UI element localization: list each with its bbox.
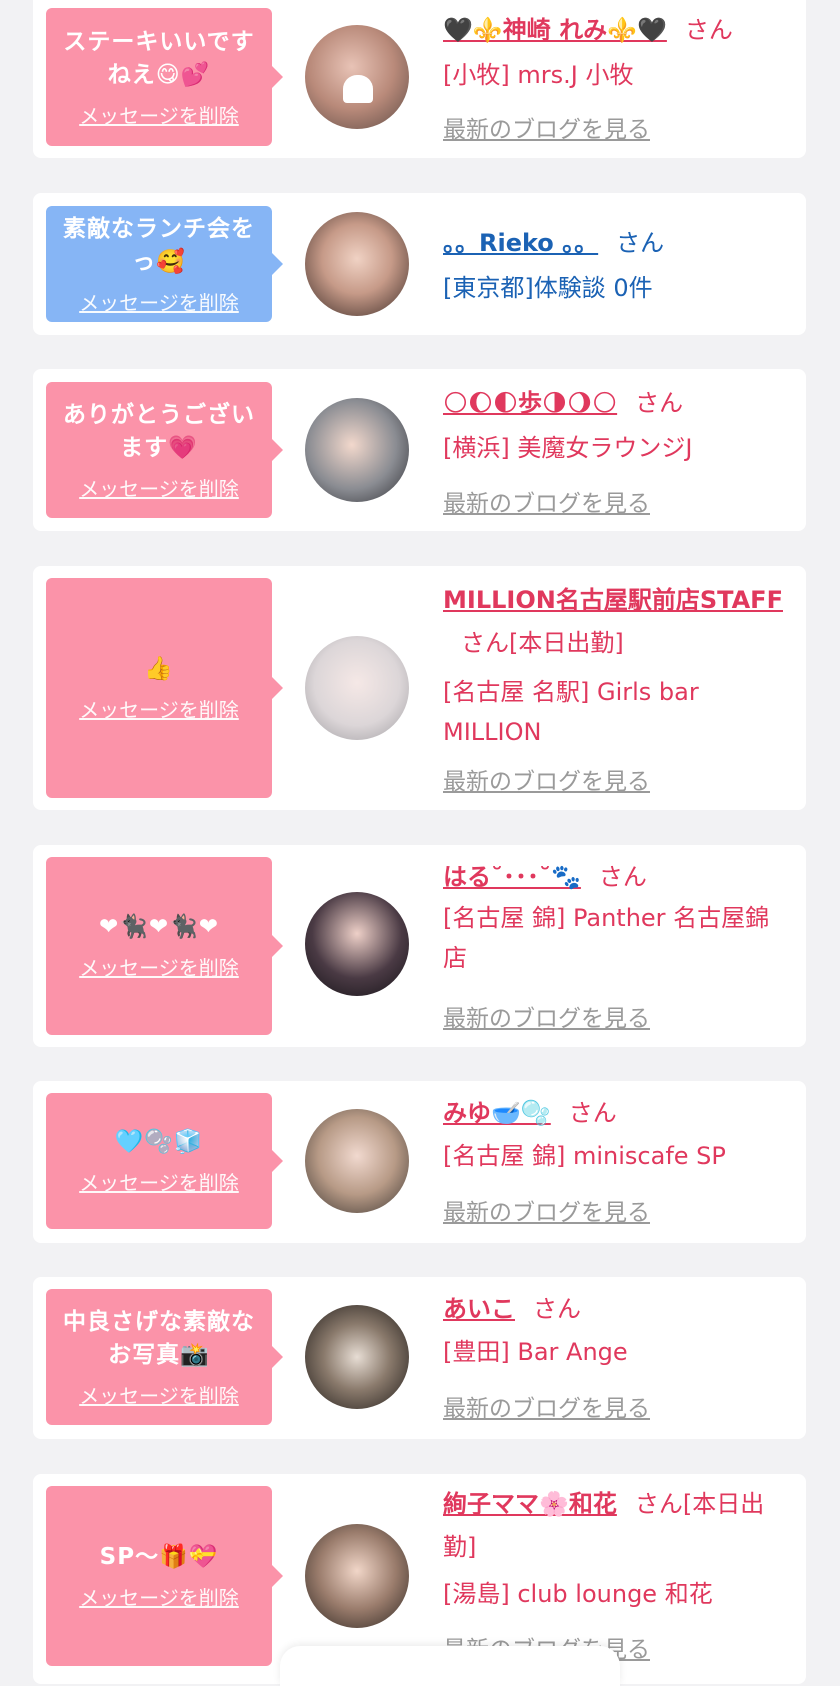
avatar[interactable] bbox=[305, 1109, 409, 1213]
latest-blog-link[interactable]: 最新のブログを見る bbox=[443, 110, 650, 144]
profile-info: 🌕🌔🌓歩🌗🌖🌕 さん [横浜] 美魔女ラウンジJ bbox=[443, 383, 793, 468]
message-bubble: ステーキいいですねえ😋💕 メッセージを削除 bbox=[46, 8, 283, 146]
profile-info: はる˘･･･˘🐾 さん [名古屋 錦] Panther 名古屋錦店 bbox=[443, 857, 793, 978]
honorific: さん bbox=[634, 1490, 683, 1518]
avatar[interactable] bbox=[305, 892, 409, 996]
profile-info: あいこ さん [豊田] Bar Ange bbox=[443, 1289, 793, 1372]
message-card: ❤🐈‍⬛❤🐈‍⬛❤ メッセージを削除 はる˘･･･˘🐾 さん [名古屋 錦] Pa… bbox=[33, 845, 806, 1047]
profile-info: 絢子ママ🌸和花 さん[本日出勤] [湯島] club lounge 和花 bbox=[443, 1484, 793, 1614]
profile-info: MILLION名古屋駅前店STAFF さん[本日出勤] [名古屋 名駅] Girl… bbox=[443, 580, 793, 752]
profile-name-link[interactable]: 絢子ママ🌸和花 bbox=[443, 1490, 617, 1518]
message-text: ステーキいいですねえ😋💕 bbox=[63, 28, 255, 88]
latest-blog-link[interactable]: 最新のブログを見る bbox=[443, 1193, 650, 1227]
profile-name-link[interactable]: はる˘･･･˘🐾 bbox=[443, 863, 581, 891]
message-text: ありがとうございます💗 bbox=[63, 401, 255, 461]
message-card: ありがとうございます💗 メッセージを削除 🌕🌔🌓歩🌗🌖🌕 さん [横浜] 美魔女ラ… bbox=[33, 369, 806, 531]
profile-name-link[interactable]: 。。Rieko 。。 bbox=[443, 229, 598, 257]
latest-blog-link[interactable]: 最新のブログを見る bbox=[443, 999, 650, 1033]
latest-blog-link[interactable]: 最新のブログを見る bbox=[443, 1389, 650, 1423]
avatar[interactable] bbox=[305, 636, 409, 740]
message-bubble: 素敵なランチ会をっ🥰 メッセージを削除 bbox=[46, 206, 283, 322]
honorific: さん bbox=[616, 229, 665, 257]
shop-label: [名古屋 名駅] Girls bar MILLION bbox=[443, 678, 699, 746]
message-text: 👍 bbox=[144, 656, 174, 682]
message-bubble: 👍 メッセージを削除 bbox=[46, 578, 283, 798]
latest-blog-link[interactable]: 最新のブログを見る bbox=[443, 762, 650, 796]
delete-message-link[interactable]: メッセージを削除 bbox=[79, 1380, 239, 1409]
shop-label: [名古屋 錦] Panther 名古屋錦店 bbox=[443, 904, 770, 972]
avatar[interactable] bbox=[305, 1524, 409, 1628]
delete-message-link[interactable]: メッセージを削除 bbox=[79, 1167, 239, 1196]
message-card: ステーキいいですねえ😋💕 メッセージを削除 🖤⚜️神崎 れみ⚜️🖤 さん [小牧]… bbox=[33, 0, 806, 158]
profile-name-link[interactable]: MILLION名古屋駅前店STAFF bbox=[443, 586, 783, 614]
message-text: 🩵🫧🧊 bbox=[114, 1129, 204, 1155]
delete-message-link[interactable]: メッセージを削除 bbox=[79, 1582, 239, 1611]
profile-info: 。。Rieko 。。 さん [東京都]体験談 0件 bbox=[443, 223, 793, 308]
honorific: さん bbox=[598, 863, 647, 891]
latest-blog-link[interactable]: 最新のブログを見る bbox=[443, 484, 650, 518]
delete-message-link[interactable]: メッセージを削除 bbox=[79, 100, 239, 129]
message-text: 中良さげな素敵なお写真📸 bbox=[63, 1308, 255, 1368]
shop-label: [名古屋 錦] miniscafe SP bbox=[443, 1142, 726, 1170]
shop-label: [横浜] 美魔女ラウンジJ bbox=[443, 434, 693, 462]
honorific: さん bbox=[568, 1099, 617, 1127]
profile-name-link[interactable]: 🌕🌔🌓歩🌗🌖🌕 bbox=[443, 389, 617, 417]
honorific: さん bbox=[533, 1295, 581, 1323]
profile-name-link[interactable]: 🖤⚜️神崎 れみ⚜️🖤 bbox=[443, 16, 667, 44]
profile-info: 🖤⚜️神崎 れみ⚜️🖤 さん [小牧] mrs.J 小牧 bbox=[443, 10, 793, 95]
delete-message-link[interactable]: メッセージを削除 bbox=[79, 473, 239, 502]
honorific: さん bbox=[684, 16, 733, 44]
profile-info: みゆ🥣🫧 さん [名古屋 錦] miniscafe SP bbox=[443, 1093, 793, 1176]
message-bubble: ありがとうございます💗 メッセージを削除 bbox=[46, 382, 283, 518]
honorific: さん bbox=[635, 389, 684, 417]
avatar[interactable] bbox=[305, 25, 409, 129]
shop-label: [豊田] Bar Ange bbox=[443, 1338, 628, 1366]
heart-sticker-icon bbox=[343, 75, 373, 103]
message-card: 🩵🫧🧊 メッセージを削除 みゆ🥣🫧 さん [名古屋 錦] miniscafe SP… bbox=[33, 1081, 806, 1243]
shop-label: [小牧] mrs.J 小牧 bbox=[443, 61, 634, 89]
message-card: 素敵なランチ会をっ🥰 メッセージを削除 。。Rieko 。。 さん [東京都]体験… bbox=[33, 193, 806, 335]
profile-name-link[interactable]: みゆ🥣🫧 bbox=[443, 1099, 551, 1127]
delete-message-link[interactable]: メッセージを削除 bbox=[79, 694, 239, 723]
delete-message-link[interactable]: メッセージを削除 bbox=[79, 952, 239, 981]
bottom-toolbar[interactable] bbox=[280, 1646, 620, 1686]
shop-label: [東京都]体験談 0件 bbox=[443, 274, 653, 302]
avatar[interactable] bbox=[305, 1305, 409, 1409]
message-card: 中良さげな素敵なお写真📸 メッセージを削除 あいこ さん [豊田] Bar Ang… bbox=[33, 1277, 806, 1439]
message-bubble: 中良さげな素敵なお写真📸 メッセージを削除 bbox=[46, 1289, 283, 1425]
shop-label: [湯島] club lounge 和花 bbox=[443, 1580, 713, 1608]
message-bubble: SP〜🎁💝 メッセージを削除 bbox=[46, 1486, 283, 1666]
avatar[interactable] bbox=[305, 398, 409, 502]
message-bubble: 🩵🫧🧊 メッセージを削除 bbox=[46, 1093, 283, 1229]
message-text: ❤🐈‍⬛❤🐈‍⬛❤ bbox=[98, 914, 220, 940]
message-text: SP〜🎁💝 bbox=[99, 1544, 219, 1570]
delete-message-link[interactable]: メッセージを削除 bbox=[79, 287, 239, 316]
profile-name-link[interactable]: あいこ bbox=[443, 1295, 515, 1323]
message-card: 👍 メッセージを削除 MILLION名古屋駅前店STAFF さん[本日出勤] [名… bbox=[33, 566, 806, 810]
avatar[interactable] bbox=[305, 212, 409, 316]
attendance-status: [本日出勤] bbox=[509, 629, 624, 657]
message-bubble: ❤🐈‍⬛❤🐈‍⬛❤ メッセージを削除 bbox=[46, 857, 283, 1035]
message-text: 素敵なランチ会をっ🥰 bbox=[63, 215, 255, 275]
honorific: さん bbox=[461, 629, 509, 657]
